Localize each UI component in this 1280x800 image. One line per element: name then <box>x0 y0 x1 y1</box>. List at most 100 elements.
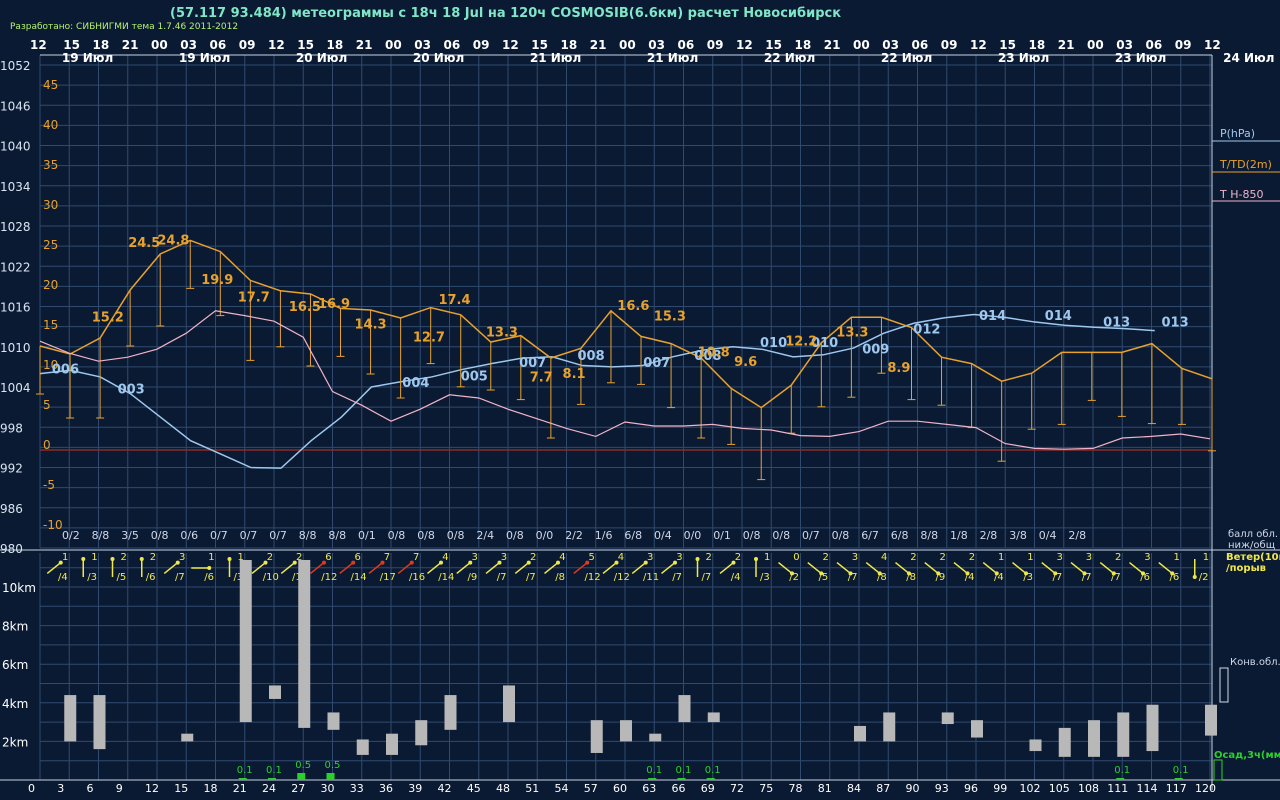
wind-speed: 3 <box>501 552 507 563</box>
wind-gust: /7 <box>175 572 185 583</box>
pressure-value-label: 012 <box>913 322 940 337</box>
cloud-cover-value: 0/7 <box>240 529 258 542</box>
bottom-hour-label: 108 <box>1078 782 1099 795</box>
bottom-hour-label: 51 <box>525 782 539 795</box>
wind-label: /порыв <box>1226 563 1266 574</box>
precip-bar <box>1174 778 1183 780</box>
precip-bar <box>238 778 247 780</box>
convective-cloud-bar <box>883 712 896 742</box>
bottom-hour-label: 15 <box>174 782 188 795</box>
hour-label: 21 <box>590 38 607 52</box>
cloud-cover-value: 0/8 <box>506 529 524 542</box>
pressure-value-label: 014 <box>979 309 1006 324</box>
wind-gust: /11 <box>643 572 659 583</box>
hour-label: 15 <box>63 38 80 52</box>
precip-legend-box <box>1213 759 1223 781</box>
wind-speed: 3 <box>852 552 858 563</box>
cloud-cover-value: 0/7 <box>269 529 287 542</box>
wind-speed: 1 <box>1027 552 1033 563</box>
cloud-cover-value: 3/5 <box>121 529 139 542</box>
cloud-cover-value: 2/4 <box>476 529 494 542</box>
bottom-hour-label: 93 <box>935 782 949 795</box>
bottom-hour-label: 72 <box>730 782 744 795</box>
cloud-cover-value: 0/7 <box>210 529 228 542</box>
convective-cloud-bar <box>854 725 866 742</box>
bottom-hour-label: 42 <box>438 782 452 795</box>
hour-label: 18 <box>327 38 344 52</box>
bottom-hour-label: 12 <box>145 782 159 795</box>
temp-value-label: 24.8 <box>157 234 189 249</box>
cloud-cover-value: 0/8 <box>447 529 465 542</box>
bottom-hour-label: 36 <box>379 782 393 795</box>
pressure-value-label: 010 <box>760 336 787 351</box>
hour-label: 12 <box>1204 38 1221 52</box>
bottom-hour-label: 114 <box>1137 782 1158 795</box>
bottom-hour-label: 57 <box>584 782 598 795</box>
convective-cloud-bar <box>1088 720 1100 757</box>
pressure-value-label: 007 <box>519 356 546 371</box>
bottom-hour-label: 33 <box>350 782 364 795</box>
cloud-cover-value: 8/8 <box>92 529 110 542</box>
precip-bar <box>648 778 657 780</box>
wind-gust: /14 <box>351 572 367 583</box>
temp-tick: 25 <box>43 238 58 252</box>
date-label: 23 Июл <box>998 51 1049 65</box>
precip-value: 0.1 <box>237 765 253 776</box>
temp-value-label: 13.3 <box>486 326 518 341</box>
wind-gust: /6 <box>1170 572 1180 583</box>
bottom-hour-label: 30 <box>321 782 335 795</box>
bottom-hour-label: 9 <box>116 782 123 795</box>
temp-tick: 0 <box>43 438 51 452</box>
hour-label: 21 <box>122 38 139 52</box>
pressure-tick: 1004 <box>0 381 31 395</box>
cloud-cover-value: 0/8 <box>388 529 406 542</box>
hour-label: 15 <box>531 38 548 52</box>
wind-gust: /6 <box>204 572 214 583</box>
wind-gust: /3 <box>760 572 770 583</box>
bottom-hour-label: 21 <box>233 782 247 795</box>
temp-tick: 30 <box>43 198 58 212</box>
pressure-value-label: 013 <box>1103 316 1130 331</box>
convective-cloud-bar <box>1146 704 1159 752</box>
wind-gust: /8 <box>555 572 565 583</box>
cloud-cover-value: 0/8 <box>832 529 850 542</box>
hour-label: 12 <box>502 38 519 52</box>
wind-speed: 2 <box>735 552 741 563</box>
pressure-tick: 998 <box>0 421 23 435</box>
convective-cloud-bar <box>503 685 515 723</box>
cloud-cover-value: 2/8 <box>1068 529 1086 542</box>
pressure-tick: 1028 <box>0 220 31 234</box>
bottom-hour-label: 78 <box>789 782 803 795</box>
hour-label: 15 <box>765 38 782 52</box>
cloud-cover-value: 0/6 <box>180 529 198 542</box>
temp-value-label: 12.7 <box>413 330 445 345</box>
wind-speed: 2 <box>530 552 536 563</box>
bottom-hour-label: 45 <box>467 782 481 795</box>
temp-value-label: 24.5 <box>128 236 160 251</box>
wind-gust: /16 <box>409 572 425 583</box>
wind-speed: 7 <box>413 552 419 563</box>
hour-label: 06 <box>912 38 929 52</box>
bottom-hour-label: 18 <box>204 782 218 795</box>
wind-gust: /4 <box>994 572 1004 583</box>
wind-gust: /17 <box>380 572 396 583</box>
convective-cloud-bar <box>941 712 954 725</box>
cloud-cover-value: 0/1 <box>713 529 731 542</box>
pressure-value-label: 008 <box>578 349 605 364</box>
wind-speed: 7 <box>384 552 390 563</box>
wind-gust: /12 <box>614 572 630 583</box>
wind-gust: /6 <box>146 572 156 583</box>
bottom-hour-label: 105 <box>1049 782 1070 795</box>
wind-gust: /14 <box>438 572 454 583</box>
date-label: 21 Июл <box>647 51 698 65</box>
cloud-cover-value: 8/8 <box>328 529 346 542</box>
wind-label: Ветер(10м) <box>1226 552 1280 563</box>
cloud-cover-value: 0/1 <box>358 529 376 542</box>
convective-cloud-bar <box>1205 704 1217 736</box>
wind-speed: 2 <box>940 552 946 563</box>
date-label: 19 Июл <box>62 51 113 65</box>
wind-speed: 1 <box>998 552 1004 563</box>
wind-speed: 1 <box>764 552 770 563</box>
bottom-hour-label: 117 <box>1166 782 1187 795</box>
hour-label: 18 <box>561 38 578 52</box>
